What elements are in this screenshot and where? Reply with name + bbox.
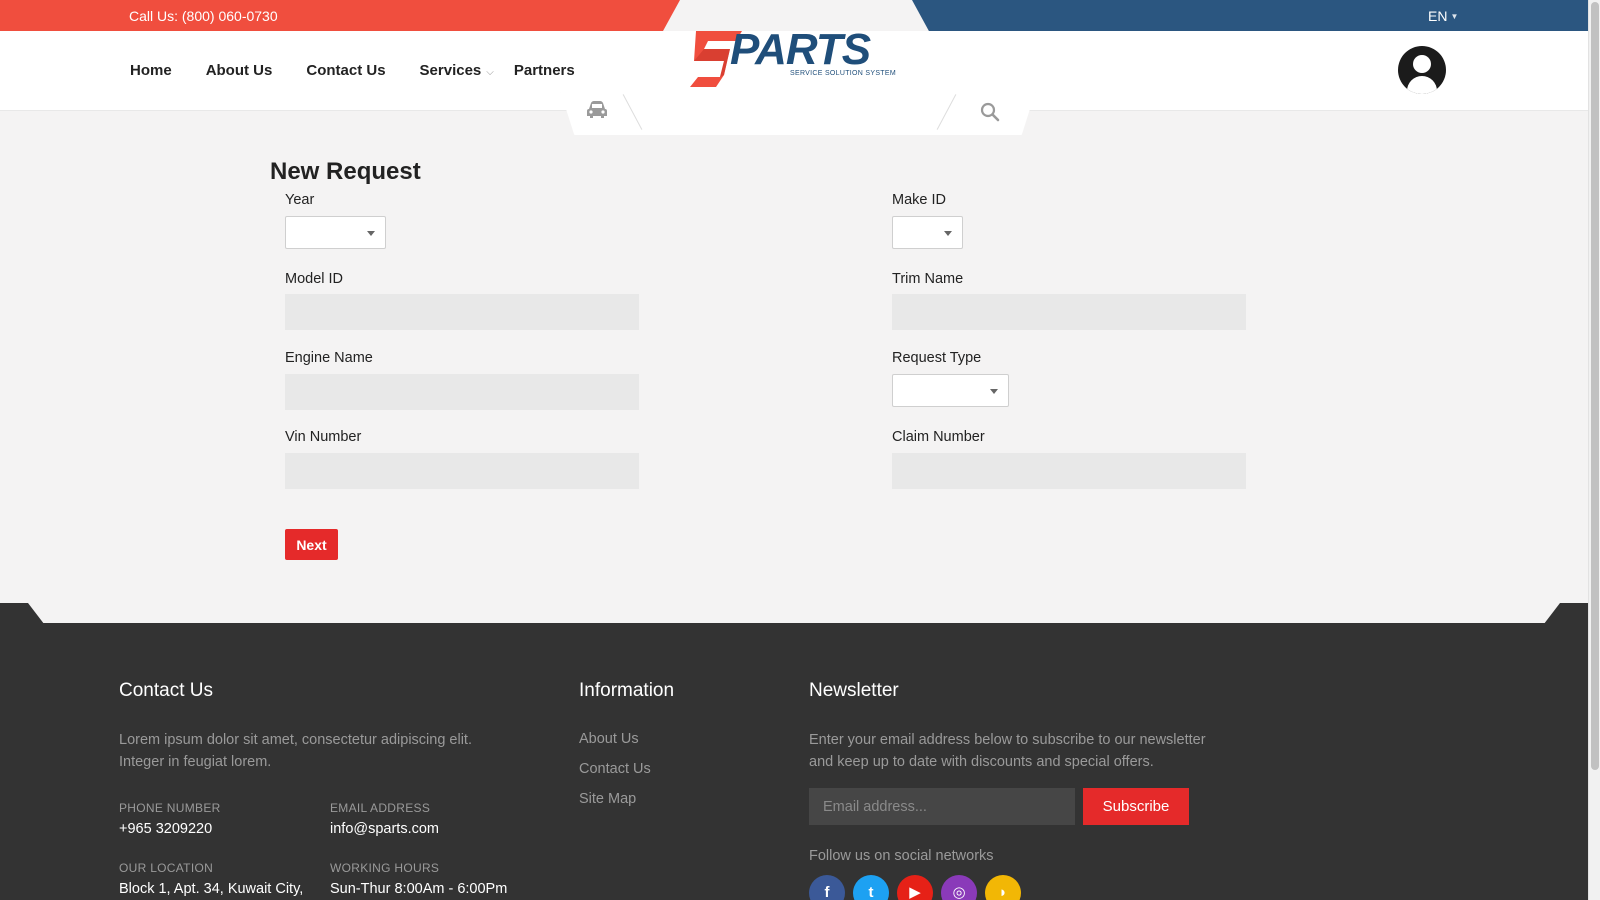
logo-subtitle: SERVICE SOLUTION SYSTEM [790, 70, 896, 77]
make-select[interactable] [892, 216, 963, 249]
page-title: New Request [270, 158, 421, 185]
dropdown-arrow-icon [367, 231, 375, 236]
footer-newsletter-title: Newsletter [809, 680, 899, 701]
avatar-head [1413, 55, 1431, 73]
vin-label: Vin Number [285, 429, 362, 445]
request-type-select[interactable] [892, 374, 1009, 407]
nav-services[interactable]: Services ⌵ [420, 62, 494, 79]
hours-caption: WORKING HOURS [330, 861, 440, 875]
footer-contact-title: Contact Us [119, 680, 213, 701]
dropdown-arrow-icon [944, 231, 952, 236]
newsletter-text-2: and keep up to date with discounts and s… [809, 754, 1154, 770]
follow-label: Follow us on social networks [809, 848, 994, 864]
make-label: Make ID [892, 192, 946, 208]
nav-contact-us[interactable]: Contact Us [306, 62, 385, 79]
claim-input[interactable] [892, 453, 1246, 489]
divider [936, 94, 957, 130]
footer-notch [28, 603, 1560, 623]
search-icon[interactable] [980, 102, 1000, 122]
trim-input[interactable] [892, 294, 1246, 330]
topbar-left-band [0, 0, 680, 31]
chevron-down-icon: ▼ [1450, 12, 1459, 21]
phone-number: Call Us: (800) 060-0730 [129, 8, 278, 24]
trim-label: Trim Name [892, 271, 964, 287]
footer-top-edge [0, 603, 1588, 623]
site-logo[interactable]: PARTS SERVICE SOLUTION SYSTEM [690, 19, 906, 87]
nav-services-label: Services [419, 62, 482, 79]
nav-about-us[interactable]: About Us [206, 62, 273, 79]
footer-link-about-us[interactable]: About Us [579, 731, 639, 747]
vin-input[interactable] [285, 453, 639, 489]
model-input[interactable] [285, 294, 639, 330]
location-value: Block 1, Apt. 34, Kuwait City, [119, 881, 304, 897]
car-icon[interactable] [586, 100, 608, 120]
vehicle-search-bar [560, 90, 1036, 135]
page-scrollbar[interactable] [1588, 0, 1600, 900]
footer-link-site-map[interactable]: Site Map [579, 791, 636, 807]
nav-home[interactable]: Home [130, 62, 172, 79]
newsletter-email-input[interactable] [809, 788, 1075, 825]
topbar-right-band [912, 0, 1588, 31]
language-label: EN [1428, 8, 1448, 24]
search-input[interactable] [650, 96, 930, 126]
year-select[interactable] [285, 216, 386, 249]
chevron-down-icon: ⌵ [486, 67, 494, 78]
email-value[interactable]: info@sparts.com [330, 821, 439, 837]
nav-partners[interactable]: Partners [514, 62, 575, 79]
footer-link-contact-us[interactable]: Contact Us [579, 761, 651, 777]
email-caption: EMAIL ADDRESS [330, 801, 431, 815]
next-button[interactable]: Next [285, 529, 338, 560]
request-type-label: Request Type [892, 350, 982, 366]
logo-wordmark: PARTS [730, 25, 871, 74]
divider [622, 94, 643, 130]
subscribe-button[interactable]: Subscribe [1083, 788, 1189, 825]
engine-input[interactable] [285, 374, 639, 410]
avatar-body [1407, 76, 1437, 94]
main-nav: Home About Us Contact Us Services ⌵ Partn… [130, 62, 609, 79]
phone-caption: PHONE NUMBER [119, 801, 221, 815]
location-caption: OUR LOCATION [119, 861, 214, 875]
newsletter-text-1: Enter your email address below to subscr… [809, 732, 1206, 748]
hours-value: Sun-Thur 8:00Am - 6:00Pm [330, 881, 508, 897]
phone-value: +965 3209220 [119, 821, 213, 837]
year-label: Year [285, 192, 315, 208]
footer-contact-text-1: Lorem ipsum dolor sit amet, consectetur … [119, 732, 472, 748]
footer-information-title: Information [579, 680, 675, 701]
dropdown-arrow-icon [990, 389, 998, 394]
model-label: Model ID [285, 271, 344, 287]
scrollbar-thumb[interactable] [1591, 2, 1599, 770]
engine-label: Engine Name [285, 350, 373, 366]
language-selector[interactable]: EN ▼ [1428, 8, 1458, 24]
footer-contact-text-2: Integer in feugiat lorem. [119, 754, 272, 770]
user-avatar[interactable] [1398, 46, 1446, 94]
claim-label: Claim Number [892, 429, 985, 445]
